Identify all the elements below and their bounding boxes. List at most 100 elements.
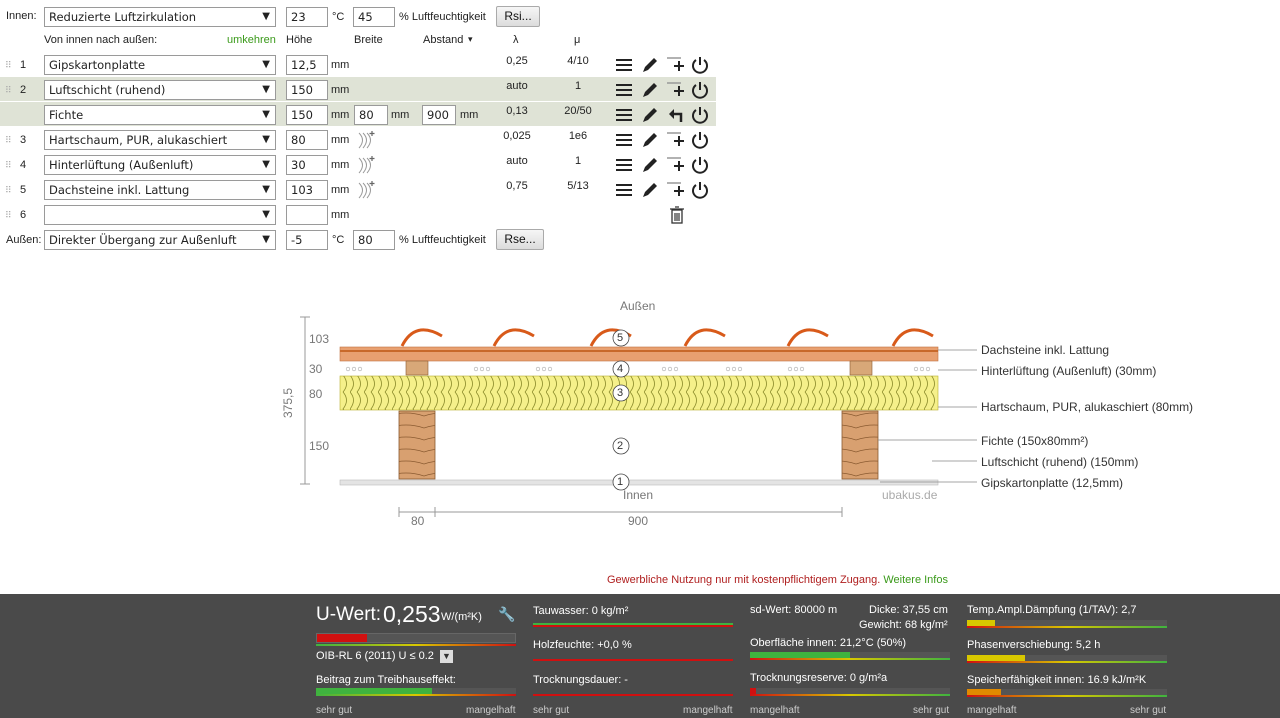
trocknungsreserve-label: Trocknungsreserve: 0 g/m²a bbox=[750, 672, 888, 684]
outside-humidity-input[interactable]: 80 bbox=[353, 230, 395, 250]
direction-header: Von innen nach außen: bbox=[44, 34, 158, 46]
layer-width-input[interactable]: 80 bbox=[354, 105, 388, 125]
legend-gipskarton: Gipskartonplatte (12,5mm) bbox=[981, 476, 1124, 490]
layer-mu: 20/50 bbox=[564, 105, 592, 117]
speicher-scale bbox=[967, 695, 1167, 697]
layer-material-select[interactable]: ▼ bbox=[44, 205, 276, 225]
rse-button[interactable]: Rse... bbox=[496, 229, 544, 250]
diagram-watermark: ubakus.de bbox=[882, 488, 938, 502]
add-layer-icon[interactable] bbox=[666, 180, 686, 200]
layer-height-input[interactable]: 12,5 bbox=[286, 55, 328, 75]
edit-pencil-icon[interactable] bbox=[640, 80, 660, 100]
lambda-header: λ bbox=[513, 34, 519, 46]
dim-30: 30 bbox=[309, 362, 323, 376]
power-toggle-icon[interactable] bbox=[690, 180, 710, 200]
tauwasser-bar bbox=[533, 620, 733, 627]
reverse-link[interactable]: umkehren bbox=[227, 34, 276, 46]
u-value-bar bbox=[316, 633, 516, 643]
edit-pencil-icon[interactable] bbox=[640, 105, 660, 125]
dim-150: 150 bbox=[309, 439, 330, 453]
trocknungsdauer-label: Trocknungsdauer: - bbox=[533, 674, 628, 686]
wrench-icon[interactable]: 🔧 bbox=[498, 606, 515, 623]
phasen-label: Phasenverschiebung: 5,2 h bbox=[967, 639, 1101, 651]
height-unit: mm bbox=[331, 109, 350, 121]
u-value-label: U-Wert: bbox=[316, 604, 382, 625]
u-value-scale bbox=[316, 644, 516, 646]
outside-temp-unit: °C bbox=[332, 234, 345, 246]
layer-height-input[interactable]: 150 bbox=[286, 105, 328, 125]
menu-icon[interactable] bbox=[614, 55, 634, 75]
spacing-header[interactable]: Abstand bbox=[423, 34, 463, 46]
layer-height-input[interactable] bbox=[286, 205, 328, 225]
add-inhomogeneous-icon[interactable] bbox=[357, 155, 377, 175]
spacing-sort-icon[interactable]: ▾ bbox=[468, 34, 473, 45]
menu-icon[interactable] bbox=[614, 80, 634, 100]
add-inhomogeneous-icon[interactable] bbox=[357, 180, 377, 200]
circle-label-5: 5 bbox=[617, 332, 624, 344]
edit-pencil-icon[interactable] bbox=[640, 130, 660, 150]
menu-icon[interactable] bbox=[614, 105, 634, 125]
layer-number: 2 bbox=[20, 84, 27, 96]
oib-dropdown-icon[interactable]: ▼ bbox=[440, 650, 453, 663]
layer-spacing-input[interactable]: 900 bbox=[422, 105, 456, 125]
drag-handle-icon[interactable]: ⠿ bbox=[5, 85, 12, 96]
inside-temp-input[interactable]: 23 bbox=[286, 7, 328, 27]
oib-label: OIB-RL 6 (2011) U ≤ 0.2 bbox=[316, 650, 434, 662]
menu-icon[interactable] bbox=[614, 155, 634, 175]
holzfeuchte-label: Holzfeuchte: +0,0 % bbox=[533, 639, 632, 651]
power-toggle-icon[interactable] bbox=[690, 130, 710, 150]
layer-height-input[interactable]: 80 bbox=[286, 130, 328, 150]
power-toggle-icon[interactable] bbox=[690, 55, 710, 75]
holzfeuchte-bar bbox=[533, 654, 733, 661]
layer-material-select[interactable]: Gipskartonplatte ▼ bbox=[44, 55, 276, 75]
edit-pencil-icon[interactable] bbox=[640, 155, 660, 175]
drag-handle-icon[interactable]: ⠿ bbox=[5, 185, 12, 196]
add-layer-icon[interactable] bbox=[666, 80, 686, 100]
add-layer-icon[interactable] bbox=[666, 55, 686, 75]
outside-temp-input[interactable]: -5 bbox=[286, 230, 328, 250]
gewicht-label: Gewicht: 68 kg/m² bbox=[859, 619, 948, 631]
power-toggle-icon[interactable] bbox=[690, 80, 710, 100]
width-header: Breite bbox=[354, 34, 383, 46]
add-inhomogeneous-icon[interactable] bbox=[357, 130, 377, 150]
menu-icon[interactable] bbox=[614, 180, 634, 200]
layer-material-select[interactable]: Luftschicht (ruhend) ▼ bbox=[44, 80, 276, 100]
drag-handle-icon[interactable]: ⠿ bbox=[5, 210, 12, 221]
col2-scale-good: sehr gut bbox=[533, 705, 570, 716]
edit-pencil-icon[interactable] bbox=[640, 55, 660, 75]
edit-pencil-icon[interactable] bbox=[640, 180, 660, 200]
layer-lambda: 0,25 bbox=[506, 55, 528, 67]
inside-humidity-input[interactable]: 45 bbox=[353, 7, 395, 27]
trocknungsdauer-bar bbox=[533, 689, 733, 696]
layer-material-select[interactable]: Dachsteine inkl. Lattung ▼ bbox=[44, 180, 276, 200]
dim-103: 103 bbox=[309, 332, 330, 346]
legend-hinterlueftung: Hinterlüftung (Außenluft) (30mm) bbox=[981, 364, 1157, 378]
power-toggle-icon[interactable] bbox=[690, 155, 710, 175]
commercial-notice: Gewerbliche Nutzung nur mit kostenpflich… bbox=[607, 574, 948, 586]
menu-icon[interactable] bbox=[614, 130, 634, 150]
inside-condition-select[interactable]: Reduzierte Luftzirkulation ▼ bbox=[44, 7, 276, 27]
layer-height-input[interactable]: 103 bbox=[286, 180, 328, 200]
layer-mu: 1 bbox=[574, 155, 582, 167]
drag-handle-icon[interactable]: ⠿ bbox=[5, 160, 12, 171]
power-toggle-icon[interactable] bbox=[690, 105, 710, 125]
layer-height-input[interactable]: 150 bbox=[286, 80, 328, 100]
layer-lambda: 0,13 bbox=[506, 105, 528, 117]
drag-handle-icon[interactable]: ⠿ bbox=[5, 60, 12, 71]
undo-arrow-icon[interactable] bbox=[666, 105, 686, 125]
circle-label-4: 4 bbox=[617, 363, 624, 375]
rsi-button[interactable]: Rsi... bbox=[496, 6, 540, 27]
add-layer-icon[interactable] bbox=[666, 155, 686, 175]
results-panel: U-Wert: 0,253 W/(m²K) 🔧 OIB-RL 6 (2011) … bbox=[0, 594, 1280, 718]
outside-condition-select[interactable]: Direkter Übergang zur Außenluft ▼ bbox=[44, 230, 276, 250]
layer-material-select[interactable]: Fichte ▼ bbox=[44, 105, 276, 125]
layer-material-select[interactable]: Hinterlüftung (Außenluft) ▼ bbox=[44, 155, 276, 175]
layer-height-input[interactable]: 30 bbox=[286, 155, 328, 175]
add-layer-icon[interactable] bbox=[666, 130, 686, 150]
drag-handle-icon[interactable]: ⠿ bbox=[5, 135, 12, 146]
inside-temp-unit: °C bbox=[332, 11, 345, 23]
notice-link[interactable]: Weitere Infos bbox=[883, 574, 948, 586]
outside-humidity-unit: % Luftfeuchtigkeit bbox=[399, 234, 486, 246]
layer-material-select[interactable]: Hartschaum, PUR, alukaschiert ▼ bbox=[44, 130, 276, 150]
trash-icon[interactable] bbox=[667, 205, 687, 225]
